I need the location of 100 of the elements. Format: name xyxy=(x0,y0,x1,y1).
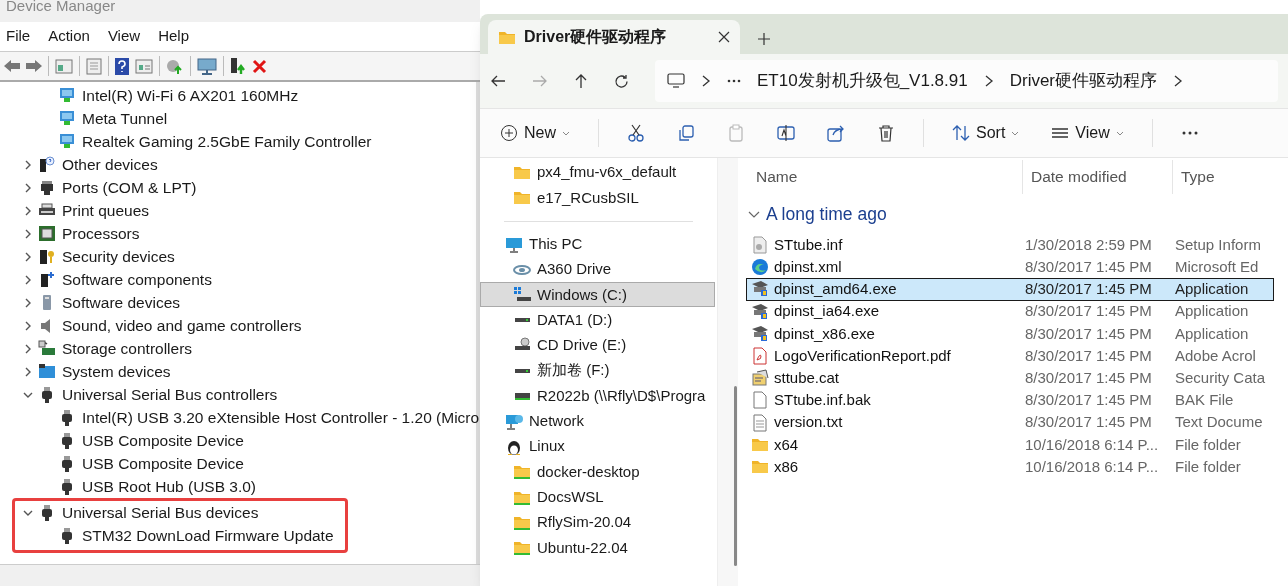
device-category[interactable]: Software components xyxy=(62,267,212,292)
nav-item[interactable]: This PC xyxy=(480,231,715,257)
file-row[interactable]: dpinst_amd64.exe 8/30/2017 1:45 PM Application xyxy=(746,278,1274,301)
device-name[interactable]: Intel(R) USB 3.20 eXtensible Host Controller - 1.20 (Micro xyxy=(82,405,480,430)
device-name[interactable]: USB Root Hub (USB 3.0) xyxy=(82,474,256,499)
nav-item[interactable]: Windows (C:) xyxy=(480,282,715,308)
file-type: Adobe Acrol xyxy=(1174,345,1256,366)
device-name[interactable]: USB Composite Device xyxy=(82,451,244,476)
processor-chip-icon xyxy=(38,225,56,242)
up-arrow-icon[interactable] xyxy=(574,73,588,89)
breadcrumb-item[interactable]: ET10发射机升级包_V1.8.91 xyxy=(757,68,968,94)
chevron-right-icon[interactable] xyxy=(701,75,711,87)
close-icon[interactable] xyxy=(718,31,730,43)
nav-item[interactable]: DATA1 (D:) xyxy=(480,307,715,333)
device-category[interactable]: System devices xyxy=(62,359,171,384)
new-button[interactable]: New xyxy=(496,116,574,150)
device-category[interactable]: Storage controllers xyxy=(62,336,193,361)
file-row[interactable]: dpinst_ia64.exe 8/30/2017 1:45 PM Application xyxy=(746,300,1274,323)
installer-icon xyxy=(751,280,769,299)
help-icon[interactable] xyxy=(115,57,129,75)
device-category[interactable]: Universal Serial Bus controllers xyxy=(62,382,278,407)
storage-controller-icon xyxy=(38,340,56,357)
monitor-icon[interactable] xyxy=(197,57,217,75)
file-row[interactable]: dpinst_x86.exe 8/30/2017 1:45 PM Application xyxy=(746,322,1274,345)
scan-hardware-icon[interactable] xyxy=(166,57,184,75)
nav-item[interactable]: docker-desktop xyxy=(480,459,715,485)
menu-item[interactable]: View xyxy=(107,25,141,48)
file-type: Microsoft Ed xyxy=(1174,257,1259,278)
file-row[interactable]: x86 10/16/2018 6:14 P... File folder xyxy=(746,455,1274,479)
device-category[interactable]: Universal Serial Bus devices xyxy=(62,500,259,525)
file-name: STtube.inf xyxy=(774,234,843,255)
nav-item[interactable]: A360 Drive xyxy=(480,256,715,283)
nav-item[interactable]: RflySim-20.04 xyxy=(480,509,715,536)
folder-icon xyxy=(513,463,531,481)
file-name: dpinst.xml xyxy=(774,257,842,278)
device-name[interactable]: Meta Tunnel xyxy=(82,106,168,131)
file-row[interactable]: x64 10/16/2018 6:14 P... File folder xyxy=(746,433,1274,456)
nav-item[interactable]: px4_fmu-v6x_default xyxy=(480,160,715,186)
folder-icon xyxy=(498,29,516,45)
chevron-right-icon[interactable] xyxy=(1173,75,1184,87)
copy-icon xyxy=(677,124,695,142)
file-row[interactable]: STtube.inf 1/30/2018 2:59 PM Setup Inform xyxy=(746,234,1274,257)
file-row[interactable]: dpinst.xml 8/30/2017 1:45 PM Microsoft Ed xyxy=(746,256,1274,279)
file-name: dpinst_amd64.exe xyxy=(774,279,897,300)
drive-icon xyxy=(514,318,530,323)
file-row[interactable]: version.txt 8/30/2017 1:45 PM Text Docume xyxy=(746,411,1274,434)
breadcrumb-item[interactable]: Driver硬件驱动程序 xyxy=(1009,68,1158,94)
file-date: 8/30/2017 1:45 PM xyxy=(1024,367,1153,388)
nav-item[interactable]: Ubuntu-22.04 xyxy=(480,535,715,561)
sort-button[interactable]: Sort xyxy=(948,116,1024,150)
update-driver-icon[interactable] xyxy=(230,57,246,75)
folder-icon xyxy=(513,164,531,182)
back-arrow-icon[interactable] xyxy=(490,74,506,88)
column-header[interactable]: Type xyxy=(1172,160,1276,194)
device-category[interactable]: Ports (COM & LPT) xyxy=(62,175,197,200)
installer-icon xyxy=(751,302,769,321)
device-name[interactable]: USB Composite Device xyxy=(82,428,244,453)
file-date: 8/30/2017 1:45 PM xyxy=(1024,345,1153,366)
column-header[interactable]: Date modified xyxy=(1022,160,1172,194)
view-button[interactable]: View xyxy=(1047,116,1128,150)
group-header[interactable]: A long time ago xyxy=(766,200,887,228)
panel-icon[interactable] xyxy=(135,58,153,74)
device-category[interactable]: Software devices xyxy=(62,290,181,315)
system-folder-icon xyxy=(38,363,56,380)
file-date: 8/30/2017 1:45 PM xyxy=(1024,257,1153,278)
nav-item[interactable]: DocsWSL xyxy=(480,484,715,510)
folder-tab[interactable]: Driver硬件驱动程序 xyxy=(488,20,740,54)
column-header[interactable]: Name xyxy=(746,160,1022,194)
file-row[interactable]: LogoVerificationReport.pdf 8/30/2017 1:45 PM Adobe Acrol xyxy=(746,344,1274,368)
nav-item[interactable]: CD Drive (E:) xyxy=(480,332,715,359)
device-name[interactable]: Realtek Gaming 2.5GbE Family Controller xyxy=(82,129,372,154)
file-type: Application xyxy=(1174,301,1249,322)
more-icon[interactable] xyxy=(727,79,741,83)
menu-item[interactable]: File xyxy=(6,25,31,48)
device-name[interactable]: STM32 DownLoad Firmware Update xyxy=(82,523,334,548)
file-name: dpinst_x86.exe xyxy=(774,323,875,344)
nav-item[interactable]: Network xyxy=(480,408,715,434)
folder-icon xyxy=(513,189,531,207)
refresh-icon[interactable] xyxy=(614,73,629,89)
device-category[interactable]: Security devices xyxy=(62,244,175,269)
file-row[interactable]: STtube.inf.bak 8/30/2017 1:45 PM BAK File xyxy=(746,389,1274,412)
scrollbar-thumb[interactable] xyxy=(734,386,737,566)
nav-item[interactable]: 新加卷 (F:) xyxy=(480,358,715,384)
chevron-right-icon[interactable] xyxy=(983,75,994,87)
nav-item[interactable]: R2022b (\\Rfly\D$\Progra xyxy=(480,383,715,409)
file-type: BAK File xyxy=(1174,390,1234,411)
menu-item[interactable]: Help xyxy=(158,25,189,48)
device-category[interactable]: Print queues xyxy=(62,198,150,223)
device-category[interactable]: Other devices xyxy=(62,152,158,177)
device-category[interactable]: Processors xyxy=(62,221,140,246)
computer-icon[interactable] xyxy=(667,73,685,89)
file-row[interactable]: sttube.cat 8/30/2017 1:45 PM Security Cata xyxy=(746,367,1274,390)
network-adapter-icon xyxy=(58,133,76,150)
nav-item[interactable]: e17_RCusbSIL xyxy=(480,185,715,211)
menu-item[interactable]: Action xyxy=(48,25,90,48)
device-name[interactable]: Intel(R) Wi-Fi 6 AX201 160MHz xyxy=(82,83,299,108)
forward-arrow-icon[interactable] xyxy=(26,59,42,73)
device-category[interactable]: Sound, video and game controllers xyxy=(62,313,302,338)
properties-icon[interactable] xyxy=(55,58,73,74)
nav-item[interactable]: Linux xyxy=(480,433,715,460)
